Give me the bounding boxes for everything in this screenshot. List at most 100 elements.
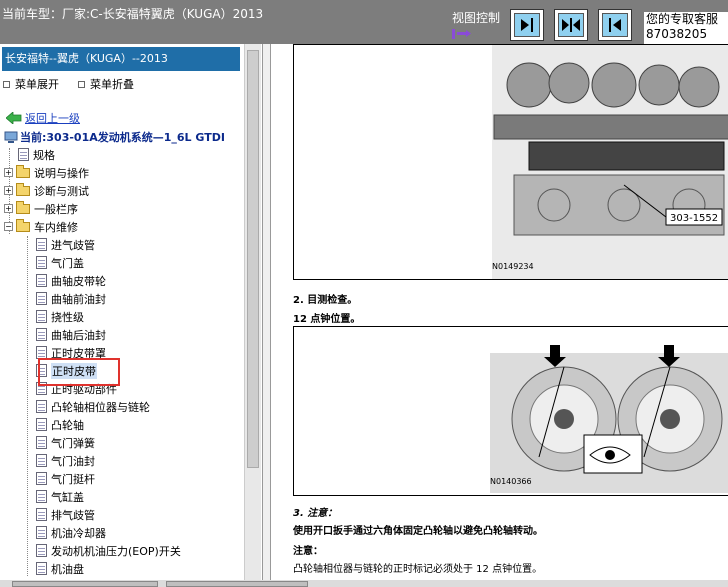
document-icon [36, 328, 47, 341]
sidebar-scrollbar[interactable] [244, 44, 261, 580]
sub-item-label: 排气歧管 [51, 508, 95, 522]
document-icon [36, 274, 47, 287]
document-icon [36, 418, 47, 431]
tree-item-diagnosis[interactable]: + 诊断与测试 [4, 182, 89, 199]
sub-item-crank-pulley[interactable]: 曲轴皮带轮 [36, 272, 106, 289]
figure-code-text: N0140366 [490, 477, 532, 486]
sub-item-valve-spring[interactable]: 气门弹簧 [36, 434, 95, 451]
step-2-sub-text: 12 点钟位置。 [293, 314, 361, 325]
sub-item-label: 挠性级 [51, 310, 84, 324]
sub-item-cylinder-head[interactable]: 气缸盖 [36, 488, 84, 505]
support-phone: 87038205 [646, 27, 708, 41]
sub-item-label: 凸轮轴 [51, 418, 84, 432]
folder-open-icon [16, 218, 30, 232]
collapse-square-icon [78, 80, 85, 88]
menu-expand-label: 菜单展开 [15, 78, 59, 91]
view-logo-icon [452, 29, 471, 39]
back-link-label: 返回上一级 [25, 112, 80, 125]
document-page: 303-1552 N0149234 2. 目测检查。 12 点钟位置。 N014… [270, 44, 728, 580]
figure-code-text: N0149234 [492, 262, 534, 271]
current-node: 当前:303-01A发动机系统—1_6L GTDI [4, 129, 225, 145]
sub-item-valve-seal[interactable]: 气门油封 [36, 452, 95, 469]
document-icon [36, 454, 47, 467]
sub-item-valve-cover[interactable]: 气门盖 [36, 254, 84, 271]
figure-cam-timing-marks: N0140366 [293, 326, 728, 496]
expand-square-icon [3, 80, 10, 88]
arrow-right-bar-icon [521, 18, 533, 32]
document-icon [36, 256, 47, 269]
support-contact: 您的专取客服 87038205 [644, 12, 728, 44]
tree-item-description[interactable]: + 说明与操作 [4, 164, 89, 181]
bottom-tab-left[interactable] [12, 581, 158, 587]
document-icon [36, 292, 47, 305]
view-split-button[interactable] [554, 9, 588, 41]
document-icon [36, 310, 47, 323]
view-expand-left-button[interactable] [598, 9, 632, 41]
sub-item-oil-cooler[interactable]: 机油冷却器 [36, 524, 106, 541]
sidebar-title: 长安福特--翼虎（KUGA）--2013 [2, 47, 240, 71]
document-icon [36, 472, 47, 485]
sub-item-cam-phaser[interactable]: 凸轮轴相位器与链轮 [36, 398, 150, 415]
sub-item-crank-front-seal[interactable]: 曲轴前油封 [36, 290, 106, 307]
figure-engine-top: 303-1552 N0149234 [293, 44, 728, 280]
bottom-tab-right[interactable] [166, 581, 308, 587]
view-expand-right-button[interactable] [510, 9, 544, 41]
menu-collapse-button[interactable]: 菜单折叠 [78, 76, 134, 92]
sub-item-camshaft[interactable]: 凸轮轴 [36, 416, 84, 433]
tree-item-label: 诊断与测试 [34, 184, 89, 198]
document-icon [36, 526, 47, 539]
computer-icon [4, 131, 18, 143]
document-icon [36, 238, 47, 251]
document-icon [18, 148, 29, 161]
sub-item-label: 气门盖 [51, 256, 84, 270]
tree-item-label: 一般栏序 [34, 202, 78, 216]
support-line-1: 您的专取客服 [646, 12, 719, 26]
expand-plus-icon[interactable]: + [4, 186, 13, 195]
tree-item-in-vehicle-repair[interactable]: − 车内维修 [4, 218, 78, 235]
document-icon [36, 544, 47, 557]
step-3-text: 3. 注意： [293, 508, 338, 519]
app-window: 当前车型：厂家:C-长安福特翼虎（KUGA）2013 视图控制 您的专取客服 8… [0, 0, 728, 587]
menu-expand-button[interactable]: 菜单展开 [3, 76, 59, 92]
view-control-label: 视图控制 [452, 11, 501, 25]
sub-item-flexplate[interactable]: 挠性级 [36, 308, 84, 325]
sub-item-eop-switch[interactable]: 发动机机油压力(EOP)开关 [36, 542, 181, 559]
current-node-label: 当前:303-01A发动机系统—1_6L GTDI [20, 131, 225, 144]
expand-plus-icon[interactable]: + [4, 204, 13, 213]
sub-item-crank-rear-seal[interactable]: 曲轴后油封 [36, 326, 106, 343]
folder-icon [16, 164, 30, 178]
sub-item-intake-manifold[interactable]: 进气歧管 [36, 236, 95, 253]
document-icon [36, 562, 47, 575]
tree-item-label: 规格 [33, 148, 55, 162]
scrollbar-thumb[interactable] [247, 50, 259, 468]
split-arrows-icon [562, 18, 580, 32]
document-viewer: 303-1552 N0149234 2. 目测检查。 12 点钟位置。 N014… [270, 44, 728, 580]
engine-illustration-1: 303-1552 N0149234 [492, 45, 728, 279]
sub-item-valve-lifter[interactable]: 气门挺杆 [36, 470, 95, 487]
document-icon [36, 508, 47, 521]
step-2-text: 2. 目测检查。 [293, 295, 358, 306]
tree-item-specs[interactable]: 规格 [18, 146, 55, 163]
tool-label-text: 303-1552 [670, 213, 718, 224]
back-link[interactable]: 返回上一级 [6, 110, 80, 126]
sub-item-label: 曲轴后油封 [51, 328, 106, 342]
note-label: 注意： [293, 546, 323, 557]
tree-item-general[interactable]: + 一般栏序 [4, 200, 78, 217]
tree-item-label: 车内维修 [34, 220, 78, 234]
bottom-bar [0, 580, 728, 587]
sub-item-label: 气门弹簧 [51, 436, 95, 450]
tree-item-label: 说明与操作 [34, 166, 89, 180]
sub-item-label: 曲轴皮带轮 [51, 274, 106, 288]
sub-item-label: 进气歧管 [51, 238, 95, 252]
back-arrow-icon [6, 112, 22, 124]
sub-item-exhaust-manifold[interactable]: 排气歧管 [36, 506, 95, 523]
vehicle-title: 当前车型：厂家:C-长安福特翼虎（KUGA）2013 [2, 7, 264, 21]
sidebar: 长安福特--翼虎（KUGA）--2013 菜单展开 菜单折叠 返回上一级 当前:… [0, 44, 263, 580]
menu-collapse-label: 菜单折叠 [90, 78, 134, 91]
collapse-minus-icon[interactable]: − [4, 222, 13, 231]
folder-icon [16, 182, 30, 196]
sub-item-label: 气缸盖 [51, 490, 84, 504]
sub-item-label: 凸轮轴相位器与链轮 [51, 400, 150, 414]
expand-plus-icon[interactable]: + [4, 168, 13, 177]
sub-item-oil-pan[interactable]: 机油盘 [36, 560, 84, 577]
